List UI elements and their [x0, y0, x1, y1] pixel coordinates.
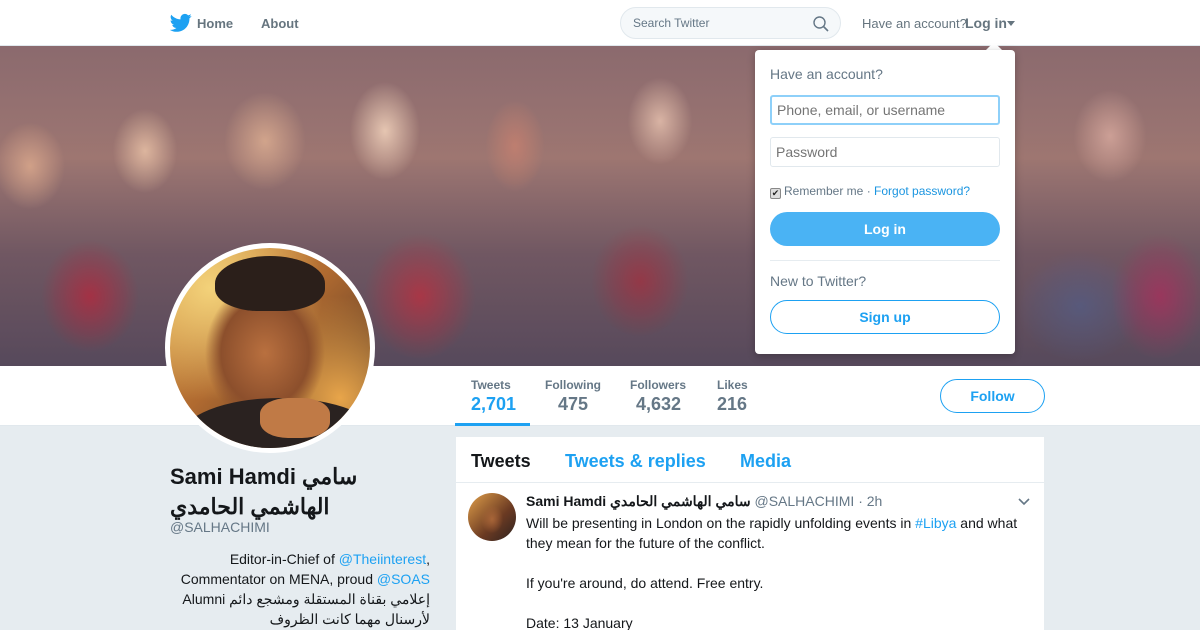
remember-me-checkbox[interactable]: ✔ [770, 188, 781, 199]
login-menu-toggle[interactable]: Log in [965, 15, 1007, 31]
timeline: Tweets Tweets & replies Media Sami Hamdi… [456, 437, 1044, 630]
tab-tweets[interactable]: Tweets [471, 451, 531, 472]
twitter-bird-icon[interactable] [170, 13, 192, 33]
remember-me-label[interactable]: Remember me [784, 184, 863, 198]
stat-value: 2,701 [471, 394, 517, 414]
nav-about-link[interactable]: About [261, 16, 299, 31]
nav-home-link[interactable]: Home [197, 16, 233, 31]
stat-tweets[interactable]: Tweets 2,701 [471, 378, 516, 415]
tweet-author-name[interactable]: Sami Hamdi سامي الهاشمي الحامدي [526, 493, 751, 509]
tweet[interactable]: Sami Hamdi سامي الهاشمي الحامدي @SALHACH… [456, 483, 1044, 630]
login-dropdown: Have an account? ✔Remember me · Forgot p… [755, 50, 1015, 354]
stat-value: 4,632 [636, 394, 682, 414]
signup-button[interactable]: Sign up [770, 300, 1000, 334]
stat-label: Tweets [471, 378, 511, 392]
tweet-author-avatar[interactable] [468, 493, 516, 541]
stat-label: Following [545, 378, 601, 392]
stat-following[interactable]: Following 475 [545, 378, 601, 415]
stat-value: 216 [717, 394, 748, 414]
tab-tweets-and-replies[interactable]: Tweets & replies [565, 451, 706, 472]
profile-bio: Editor-in-Chief of @Theiinterest, Commen… [180, 551, 430, 627]
have-account-text: Have an account? [862, 16, 967, 31]
divider [770, 260, 1000, 261]
timeline-tabs: Tweets Tweets & replies Media [456, 437, 1044, 483]
tweet-author-handle[interactable]: @SALHACHIMI [755, 493, 855, 509]
login-dropdown-title: Have an account? [770, 66, 883, 82]
chevron-down-icon[interactable] [1018, 498, 1030, 506]
profile-name: Sami Hamdi سامي الهاشمي الحامدي [170, 464, 358, 519]
tab-media[interactable]: Media [740, 451, 791, 472]
top-navigation-bar: Home About Search Twitter Have an accoun… [0, 0, 1200, 46]
forgot-password-link[interactable]: Forgot password? [874, 184, 970, 198]
stat-likes[interactable]: Likes 216 [717, 378, 748, 415]
tweet-timestamp[interactable]: · 2h [858, 493, 882, 509]
stat-value: 475 [558, 394, 589, 414]
tweet-text: Will be presenting in London on the rapi… [526, 515, 1018, 630]
caret-down-icon[interactable] [1007, 21, 1015, 26]
login-button[interactable]: Log in [770, 212, 1000, 246]
search-icon[interactable] [813, 16, 829, 32]
search-box[interactable]: Search Twitter [620, 7, 841, 39]
search-input[interactable]: Search Twitter [633, 16, 709, 30]
stat-label: Followers [630, 378, 687, 392]
tweet-header: Sami Hamdi سامي الهاشمي الحامدي @SALHACH… [526, 493, 882, 510]
hashtag-link[interactable]: #Libya [915, 515, 956, 531]
stat-followers[interactable]: Followers 4,632 [630, 378, 686, 415]
bio-link-theiinterest[interactable]: @Theiinterest [339, 551, 426, 567]
new-to-twitter-text: New to Twitter? [770, 273, 867, 289]
username-field[interactable] [770, 95, 1000, 125]
profile-avatar[interactable] [165, 243, 375, 453]
password-field[interactable] [770, 137, 1000, 167]
bio-link-soas[interactable]: @SOAS [377, 571, 430, 587]
active-stat-underline [455, 423, 530, 426]
profile-handle[interactable]: @SALHACHIMI [170, 519, 270, 535]
follow-button[interactable]: Follow [940, 379, 1045, 413]
remember-row: ✔ Remember me · Forgot password? [770, 184, 971, 199]
stat-label: Likes [717, 378, 748, 392]
